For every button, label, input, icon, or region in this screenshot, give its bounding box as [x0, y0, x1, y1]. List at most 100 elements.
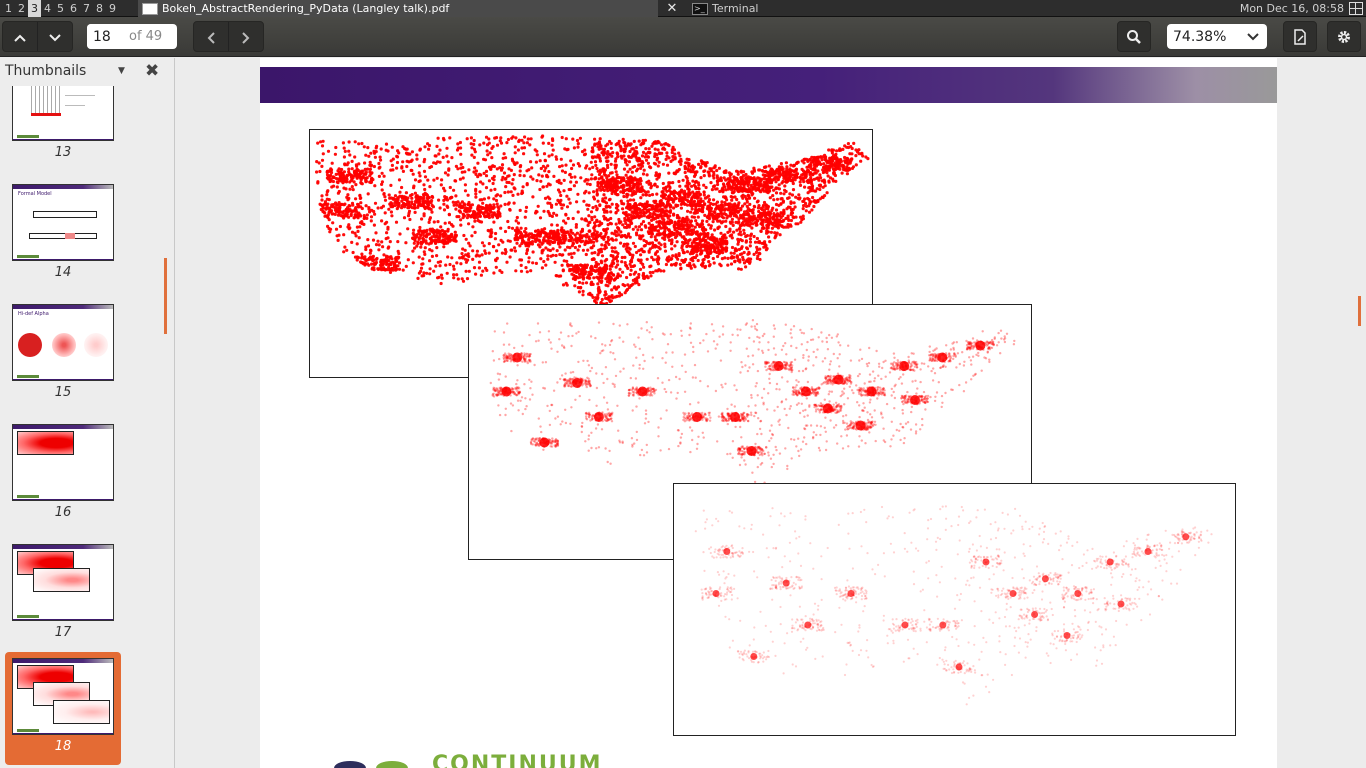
- map-dot: [690, 203, 694, 207]
- clock[interactable]: Mon Dec 16, 08:58: [1240, 0, 1344, 17]
- map-dot: [597, 251, 601, 255]
- map-dot: [593, 177, 598, 181]
- map-dot: [647, 151, 651, 155]
- map-dot: [639, 228, 644, 232]
- map-dot: [525, 183, 529, 187]
- map-dot: [546, 241, 550, 245]
- workspace-4[interactable]: 4: [41, 0, 54, 17]
- taskbar-item-terminal[interactable]: >_ Terminal: [688, 0, 1088, 17]
- map-dot: [694, 219, 698, 223]
- previous-page-button[interactable]: [3, 22, 37, 53]
- map-dot: [615, 230, 619, 234]
- map-dot: [452, 188, 456, 192]
- map-dot: [533, 148, 537, 152]
- thumbnail-page-16[interactable]: 16: [5, 418, 121, 531]
- map-dot: [729, 262, 734, 266]
- map-dot: [647, 250, 651, 254]
- forward-button[interactable]: [229, 22, 263, 53]
- map-dot: [421, 257, 425, 261]
- map-dot: [394, 220, 399, 224]
- map-dot: [569, 159, 573, 163]
- map-dot: [380, 182, 384, 186]
- settings-button[interactable]: [1327, 21, 1361, 52]
- search-button[interactable]: [1117, 21, 1151, 52]
- map-dot: [691, 170, 695, 174]
- workspace-8[interactable]: 8: [93, 0, 106, 17]
- map-dot: [534, 160, 538, 164]
- map-dot: [589, 240, 593, 244]
- thumbnail-page-15[interactable]: Hi-def Alpha 15: [5, 298, 121, 411]
- sidebar-scrollbar[interactable]: [164, 258, 167, 334]
- thumbnail-page-18[interactable]: 18: [5, 652, 121, 765]
- workspace-7[interactable]: 7: [80, 0, 93, 17]
- map-dot: [762, 176, 766, 181]
- map-dot: [734, 177, 739, 181]
- map-dot: [540, 266, 544, 270]
- map-dot: [617, 175, 621, 180]
- map-dot: [573, 284, 577, 288]
- back-button[interactable]: [194, 22, 228, 53]
- workspace-9[interactable]: 9: [106, 0, 119, 17]
- map-dot: [750, 226, 754, 230]
- map-dot: [531, 250, 535, 254]
- map-dot: [651, 270, 655, 274]
- map-dot: [413, 178, 418, 182]
- page-number-input[interactable]: [87, 24, 125, 49]
- map-dot: [684, 175, 688, 179]
- sidebar-mode-dropdown[interactable]: ▼: [118, 66, 125, 76]
- layout-grid-icon[interactable]: [1349, 2, 1363, 15]
- history-group: [193, 21, 264, 52]
- map-dot: [437, 198, 441, 202]
- map-dot: [813, 163, 817, 167]
- map-dot: [702, 183, 706, 187]
- thumbnail-page-14[interactable]: Formal Model 14: [5, 178, 121, 291]
- map-dot: [856, 150, 860, 154]
- map-dot: [686, 209, 690, 213]
- map-dot: [379, 206, 384, 210]
- map-dot: [460, 252, 464, 256]
- thumbnail-page-13[interactable]: 13: [5, 86, 121, 171]
- map-dot: [624, 173, 628, 177]
- map-dot: [620, 293, 624, 297]
- map-dot: [588, 273, 593, 277]
- map-dot: [562, 219, 566, 223]
- map-dot: [524, 266, 528, 270]
- map-dot: [673, 156, 677, 160]
- workspace-1[interactable]: 1: [2, 0, 15, 17]
- map-dot: [355, 225, 359, 229]
- document-properties-button[interactable]: [1283, 21, 1317, 52]
- map-dot: [474, 195, 478, 199]
- workspace-5[interactable]: 5: [54, 0, 67, 17]
- map-dot: [519, 269, 524, 273]
- map-dot: [500, 251, 504, 255]
- map-dot: [525, 251, 529, 256]
- next-page-button[interactable]: [38, 22, 72, 53]
- map-dot: [598, 203, 602, 207]
- map-dot: [535, 179, 539, 183]
- thumbnail-list[interactable]: 13 Formal Model 14 Hi-def Alpha 15 16 17…: [0, 86, 167, 768]
- workspace-2[interactable]: 2: [15, 0, 28, 17]
- document-view[interactable]: CONTINUUM: [176, 58, 1366, 768]
- close-icon[interactable]: ✖: [145, 61, 159, 81]
- map-dot: [673, 152, 677, 156]
- map-dot: [623, 284, 627, 288]
- thumbnail-page-17[interactable]: 17: [5, 538, 121, 651]
- zoom-select[interactable]: 74.38%: [1167, 24, 1267, 49]
- map-dot: [656, 164, 660, 168]
- workspace-6[interactable]: 6: [67, 0, 80, 17]
- map-dot: [474, 254, 478, 258]
- map-dot: [746, 211, 750, 215]
- map-dot: [327, 174, 331, 178]
- map-dot: [691, 251, 695, 256]
- map-dot: [382, 174, 386, 178]
- map-dot: [330, 161, 334, 165]
- map-dot: [415, 157, 419, 161]
- map-dot: [401, 169, 405, 173]
- map-dot: [586, 178, 590, 182]
- workspace-3[interactable]: 3: [28, 0, 41, 17]
- map-dot: [811, 195, 815, 200]
- map-dot: [774, 180, 778, 184]
- map-dot: [727, 171, 731, 175]
- taskbar-item-pdf[interactable]: Bokeh_AbstractRendering_PyData (Langley …: [138, 0, 658, 17]
- map-dot: [487, 251, 491, 255]
